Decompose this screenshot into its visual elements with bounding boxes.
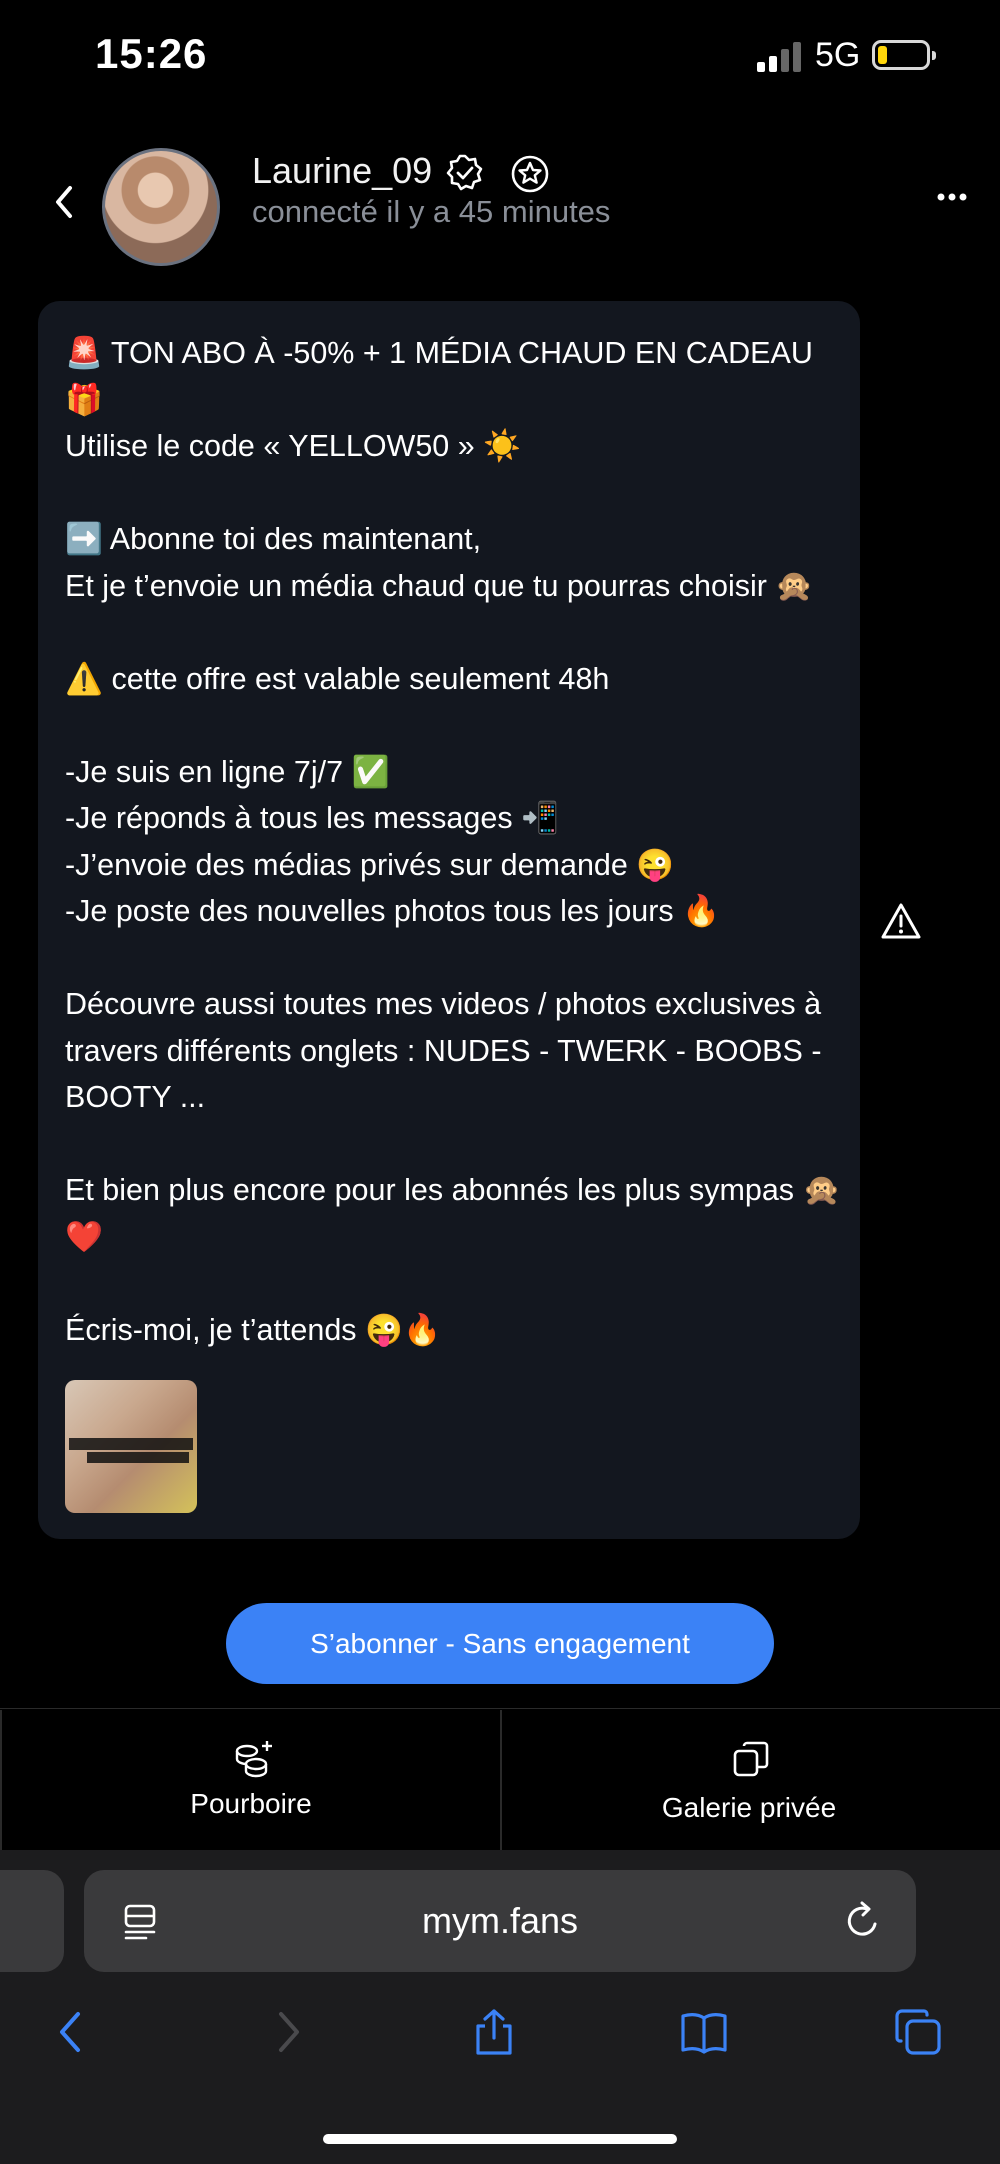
star-badge-icon[interactable] (510, 154, 550, 194)
back-chevron-icon[interactable] (50, 182, 78, 222)
page-menu-icon[interactable] (122, 1903, 162, 1941)
profile-username[interactable]: Laurine_09 (252, 150, 432, 192)
copy-icon (733, 1741, 769, 1777)
verified-badge-icon (446, 154, 483, 191)
tab-private-gallery[interactable]: Galerie privée (500, 1710, 998, 1850)
message-text: 🚨 TON ABO À -50% + 1 MÉDIA CHAUD EN CADE… (65, 336, 841, 1347)
browser-back-icon[interactable] (48, 2008, 96, 2056)
browser-forward-icon[interactable] (263, 2008, 311, 2056)
report-warning-icon[interactable] (880, 902, 922, 940)
tab-tip-label: Pourboire (190, 1788, 312, 1819)
tab-private-gallery-label: Galerie privée (661, 1792, 837, 1823)
reload-icon[interactable] (843, 1900, 883, 1942)
network-type: 5G (815, 36, 861, 74)
bookmarks-icon[interactable] (680, 2008, 728, 2056)
tabs-overview-icon[interactable] (894, 2008, 942, 2056)
avatar[interactable] (102, 148, 220, 266)
status-time: 15:26 (95, 30, 208, 77)
tab-tip[interactable]: Pourboire (0, 1710, 502, 1850)
home-indicator (323, 2134, 677, 2144)
signal-icon (757, 40, 805, 72)
thumbnail-caption-band (87, 1452, 189, 1463)
coins-plus-icon (235, 1741, 272, 1778)
subscribe-button[interactable]: S’abonner - Sans engagement (226, 1603, 774, 1684)
previous-tab-preview[interactable] (0, 1870, 64, 1972)
battery-icon (872, 40, 936, 70)
online-status: connecté il y a 45 minutes (252, 194, 611, 229)
share-icon[interactable] (470, 2008, 518, 2056)
thumbnail-caption-band (69, 1438, 193, 1450)
address-url[interactable]: mym.fans (84, 1870, 916, 1972)
media-thumbnail[interactable] (65, 1380, 197, 1513)
more-options-icon[interactable] (936, 190, 968, 204)
